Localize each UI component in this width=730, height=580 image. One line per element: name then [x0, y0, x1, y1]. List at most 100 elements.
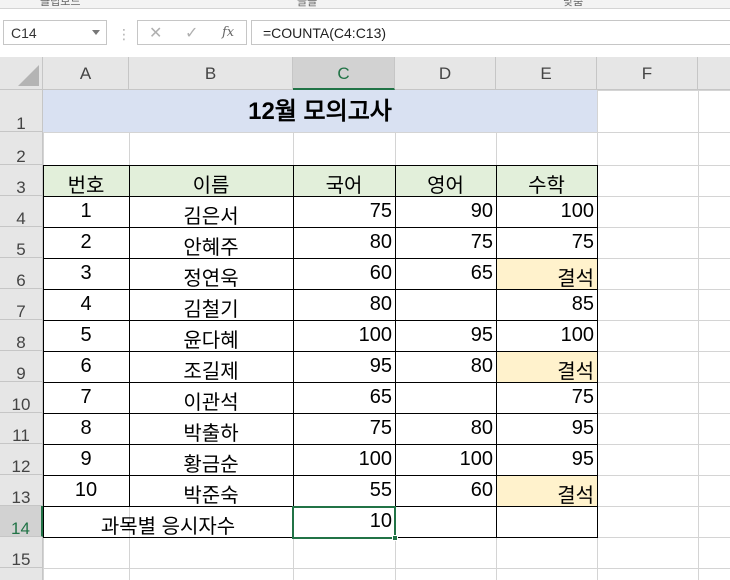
row-header-6[interactable]: 6: [0, 258, 43, 289]
table-cell-math[interactable]: 85: [496, 289, 597, 320]
chevron-down-icon[interactable]: [92, 30, 100, 35]
column-header-a[interactable]: A: [43, 57, 129, 90]
table-border-vertical: [597, 165, 598, 537]
column-header-c[interactable]: C: [293, 57, 395, 90]
table-cell-kor[interactable]: 60: [293, 258, 395, 289]
row-header-16[interactable]: 16: [0, 568, 43, 580]
table-cell-math[interactable]: 결석: [496, 258, 597, 290]
row-header-7[interactable]: 7: [0, 289, 43, 320]
ribbon-font-label: 글꼴: [297, 0, 318, 8]
table-cell-eng[interactable]: [395, 382, 496, 413]
table-cell-name[interactable]: 김철기: [129, 289, 293, 321]
table-cell-name[interactable]: 이관석: [129, 382, 293, 414]
table-cell-kor[interactable]: 95: [293, 351, 395, 382]
table-cell-no[interactable]: 6: [43, 351, 129, 382]
name-box[interactable]: C14: [3, 20, 107, 45]
row-header-11[interactable]: 11: [0, 413, 43, 444]
column-header-d[interactable]: D: [395, 57, 496, 90]
table-cell-no[interactable]: 9: [43, 444, 129, 475]
table-header-cell[interactable]: 이름: [129, 165, 293, 197]
table-cell-eng[interactable]: 65: [395, 258, 496, 289]
row-header-13[interactable]: 13: [0, 475, 43, 506]
row-header-12[interactable]: 12: [0, 444, 43, 475]
table-cell-math[interactable]: 75: [496, 227, 597, 258]
table-cell-eng[interactable]: 100: [395, 444, 496, 475]
table-header-cell[interactable]: 수학: [496, 165, 597, 197]
table-cell-eng[interactable]: 95: [395, 320, 496, 351]
sheet-title[interactable]: 12월 모의고사: [43, 90, 597, 132]
table-border-vertical: [43, 165, 44, 537]
table-cell-no[interactable]: 5: [43, 320, 129, 351]
table-cell-name[interactable]: 박준숙: [129, 475, 293, 507]
row-header-1[interactable]: 1: [0, 90, 43, 132]
table-border-horizontal: [43, 320, 598, 321]
table-cell-name[interactable]: 안혜주: [129, 227, 293, 259]
table-cell-name[interactable]: 조길제: [129, 351, 293, 383]
enter-icon[interactable]: ✓: [185, 23, 198, 43]
table-cell-math[interactable]: 결석: [496, 475, 597, 507]
row-header-4[interactable]: 4: [0, 196, 43, 227]
row-header-10[interactable]: 10: [0, 382, 43, 413]
table-cell-name[interactable]: 윤다혜: [129, 320, 293, 352]
formula-bar: C14 ⋮ ✕ ✓ fx =COUNTA(C4:C13): [0, 9, 730, 57]
table-cell-no[interactable]: 10: [43, 475, 129, 506]
table-header-cell[interactable]: 영어: [395, 165, 496, 197]
table-cell-kor[interactable]: 80: [293, 289, 395, 320]
table-cell-name[interactable]: 정연욱: [129, 258, 293, 290]
table-cell-kor[interactable]: 55: [293, 475, 395, 506]
column-header-g[interactable]: [698, 57, 730, 90]
table-cell-kor[interactable]: 80: [293, 227, 395, 258]
row-header-3[interactable]: 3: [0, 165, 43, 196]
formula-input[interactable]: =COUNTA(C4:C13): [251, 20, 730, 45]
table-cell-kor[interactable]: 75: [293, 196, 395, 227]
fill-handle[interactable]: [392, 535, 398, 541]
cancel-icon[interactable]: ✕: [149, 23, 162, 43]
table-cell-eng[interactable]: 60: [395, 475, 496, 506]
table-cell-math[interactable]: 100: [496, 196, 597, 227]
table-cell-no[interactable]: 8: [43, 413, 129, 444]
row-header-15[interactable]: 15: [0, 537, 43, 568]
insert-function-icon[interactable]: fx: [222, 25, 234, 40]
table-cell-name[interactable]: 황금순: [129, 444, 293, 476]
table-cell-no[interactable]: 2: [43, 227, 129, 258]
table-border-horizontal: [43, 227, 598, 228]
ribbon-clipboard-label: 클립보드: [40, 0, 81, 8]
active-cell-selection[interactable]: [292, 506, 396, 539]
table-cell-math[interactable]: 결석: [496, 351, 597, 383]
row-header-5[interactable]: 5: [0, 227, 43, 258]
table-border-horizontal: [43, 413, 598, 414]
table-cell-name[interactable]: 박출하: [129, 413, 293, 445]
table-cell-kor[interactable]: 100: [293, 444, 395, 475]
table-border-horizontal: [43, 444, 598, 445]
column-header-e[interactable]: E: [496, 57, 597, 90]
table-cell-eng[interactable]: 80: [395, 413, 496, 444]
table-cell-no[interactable]: 1: [43, 196, 129, 227]
table-cell-no[interactable]: 7: [43, 382, 129, 413]
table-cell-math[interactable]: 95: [496, 413, 597, 444]
table-cell-math[interactable]: 100: [496, 320, 597, 351]
table-cell-math[interactable]: 75: [496, 382, 597, 413]
column-header-f[interactable]: F: [597, 57, 698, 90]
select-all-corner[interactable]: [0, 57, 43, 90]
table-cell-kor[interactable]: 75: [293, 413, 395, 444]
row-header-14[interactable]: 14: [0, 506, 43, 537]
table-cell-no[interactable]: 3: [43, 258, 129, 289]
ribbon-group-labels: 클립보드 글꼴 맞춤: [0, 0, 730, 9]
name-box-value: C14: [11, 25, 37, 41]
row-header-2[interactable]: 2: [0, 132, 43, 165]
summary-label[interactable]: 과목별 응시자수: [43, 506, 293, 538]
table-cell-kor[interactable]: 100: [293, 320, 395, 351]
table-cell-eng[interactable]: 90: [395, 196, 496, 227]
table-cell-name[interactable]: 김은서: [129, 196, 293, 228]
table-header-cell[interactable]: 국어: [293, 165, 395, 197]
table-cell-math[interactable]: 95: [496, 444, 597, 475]
table-cell-eng[interactable]: 80: [395, 351, 496, 382]
column-header-b[interactable]: B: [129, 57, 293, 90]
row-header-8[interactable]: 8: [0, 320, 43, 351]
table-cell-eng[interactable]: [395, 289, 496, 320]
table-cell-eng[interactable]: 75: [395, 227, 496, 258]
table-cell-no[interactable]: 4: [43, 289, 129, 320]
table-cell-kor[interactable]: 65: [293, 382, 395, 413]
row-header-9[interactable]: 9: [0, 351, 43, 382]
table-header-cell[interactable]: 번호: [43, 165, 129, 197]
